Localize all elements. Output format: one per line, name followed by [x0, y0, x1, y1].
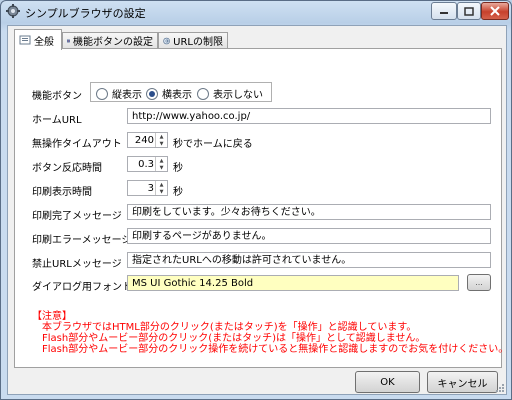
print-display-stepper[interactable]: 3 ▲ ▼: [127, 180, 168, 196]
button-response-label: ボタン反応時間: [32, 163, 102, 174]
print-display-suffix: 秒: [173, 187, 183, 198]
up-arrow-icon[interactable]: ▲: [156, 157, 167, 164]
down-arrow-icon[interactable]: ▼: [156, 164, 167, 171]
tab-label: 機能ボタンの設定: [73, 37, 153, 48]
ok-button-label: OK: [380, 376, 395, 388]
window-title: シンプルブラウザの設定: [25, 7, 146, 20]
radio-label: 横表示: [162, 90, 192, 101]
ok-button[interactable]: OK: [355, 371, 420, 393]
radio-label: 縦表示: [112, 90, 142, 101]
title-bar[interactable]: シンプルブラウザの設定: [1, 1, 511, 23]
cancel-button[interactable]: キャンセル: [427, 371, 498, 393]
idle-timeout-suffix: 秒でホームに戻る: [173, 139, 253, 150]
stepper-value: 240: [134, 135, 154, 146]
general-panel: 機能ボタン 縦表示 横表示 表示しない ホームURL http://www.ya…: [14, 48, 508, 368]
up-arrow-icon[interactable]: ▲: [156, 133, 167, 140]
button-response-stepper[interactable]: 0.3 ▲ ▼: [127, 156, 168, 172]
forbidden-url-label: 禁止URLメッセージ: [32, 259, 122, 270]
font-picker-button[interactable]: ...: [467, 274, 491, 291]
notes-heading: 【注意】: [32, 311, 72, 322]
up-arrow-icon[interactable]: ▲: [156, 181, 167, 188]
home-url-input[interactable]: http://www.yahoo.co.jp/: [127, 108, 491, 124]
font-picker-button-label: ...: [475, 278, 483, 287]
tab-url-restriction[interactable]: URLの制限: [158, 32, 228, 48]
radio-dot-selected: [146, 87, 158, 100]
notes-line: Flash部分やムービー部分のクリック(またはタッチ)は「操作」として認識しませ…: [42, 333, 426, 344]
radio-hidden[interactable]: 表示しない: [197, 86, 263, 101]
radio-horizontal[interactable]: 横表示: [146, 86, 192, 101]
radio-vertical[interactable]: 縦表示: [96, 86, 142, 101]
close-icon: [490, 6, 500, 16]
maximize-icon: [464, 6, 474, 16]
print-done-label: 印刷完了メッセージ: [32, 211, 122, 222]
dialog-font-display: MS UI Gothic 14.25 Bold: [127, 275, 459, 291]
radio-label: 表示しない: [213, 90, 263, 101]
print-error-label: 印刷エラーメッセージ: [32, 235, 132, 246]
print-error-input[interactable]: 印刷するページがありません。: [127, 228, 491, 244]
tab-function-buttons[interactable]: 機能ボタンの設定: [62, 32, 158, 48]
stepper-value: 3: [147, 183, 154, 194]
notes-line: Flash部分やムービー部分のクリック操作を続けていると無操作と認識しますのでお…: [42, 344, 509, 355]
app-gear-icon: [6, 4, 20, 18]
print-done-input[interactable]: 印刷をしています。少々お待ちください。: [127, 204, 491, 220]
stepper-arrows[interactable]: ▲ ▼: [155, 181, 167, 195]
close-button[interactable]: [481, 2, 509, 20]
dialog-font-label: ダイアログ用フォント: [32, 282, 132, 293]
tab-label: URLの制限: [173, 37, 223, 48]
notes-line: 本ブラウザではHTML部分のクリック(またはタッチ)を「操作」と認識しています。: [42, 322, 417, 333]
tab-label: 全般: [34, 36, 54, 48]
down-arrow-icon[interactable]: ▼: [156, 140, 167, 147]
radio-dot: [96, 87, 108, 100]
forbidden-url-input[interactable]: 指定されたURLへの移動は許可されていません。: [127, 252, 491, 268]
stepper-value: 0.3: [138, 159, 154, 170]
function-button-icon: [67, 39, 70, 42]
settings-window: シンプルブラウザの設定 全般 機能ボタンの設定 URLの制限 機能ボタン 縦表示…: [0, 0, 512, 400]
minimize-icon: [440, 12, 448, 14]
print-display-label: 印刷表示時間: [32, 187, 92, 198]
cancel-button-label: キャンセル: [437, 378, 488, 390]
button-response-suffix: 秒: [173, 163, 183, 174]
idle-timeout-label: 無操作タイムアウト: [32, 139, 122, 150]
resize-grip-icon[interactable]: [495, 383, 505, 393]
radio-dot: [197, 87, 209, 100]
home-url-label: ホームURL: [32, 115, 82, 126]
down-arrow-icon[interactable]: ▼: [156, 188, 167, 195]
tab-general[interactable]: 全般: [14, 29, 62, 50]
minimize-button[interactable]: [431, 2, 457, 20]
maximize-button[interactable]: [457, 2, 481, 20]
stepper-arrows[interactable]: ▲ ▼: [155, 133, 167, 147]
notes-block: 【注意】 本ブラウザではHTML部分のクリック(またはタッチ)を「操作」と認識し…: [32, 311, 508, 355]
general-settings-icon: [19, 35, 31, 45]
idle-timeout-stepper[interactable]: 240 ▲ ▼: [127, 132, 168, 148]
url-restriction-icon: [163, 37, 170, 44]
function-button-label: 機能ボタン: [32, 91, 82, 102]
dialog-client: 全般 機能ボタンの設定 URLの制限 機能ボタン 縦表示 横表示 表示しない ホ…: [7, 25, 508, 395]
stepper-arrows[interactable]: ▲ ▼: [155, 157, 167, 171]
